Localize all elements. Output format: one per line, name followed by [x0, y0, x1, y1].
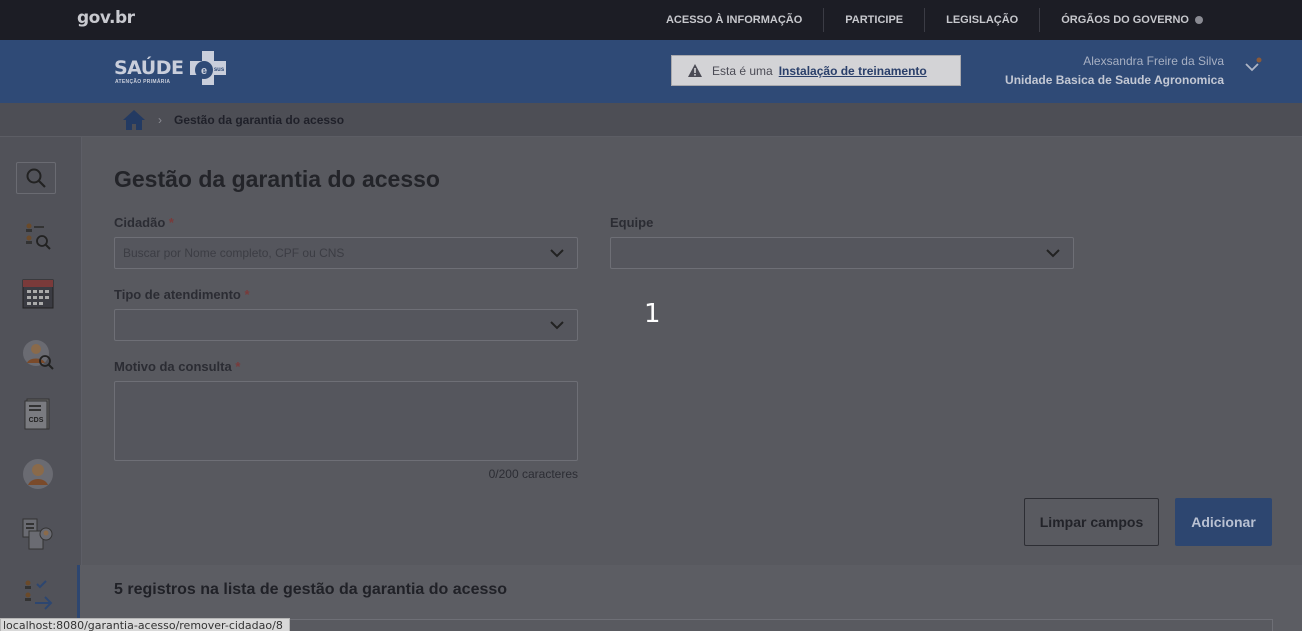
forms-person-icon — [22, 518, 53, 550]
home-icon[interactable] — [122, 108, 146, 132]
cidadao-label-text: Cidadão — [114, 215, 166, 230]
cidadao-label: Cidadão * — [114, 215, 174, 230]
calendar-icon — [22, 279, 54, 309]
app-header: SAÚDE ATENÇÃO PRIMÁRIA e sus Esta é uma … — [0, 40, 1302, 103]
sidebar-search-button[interactable] — [16, 162, 56, 194]
equipe-label-text: Equipe — [610, 215, 654, 230]
cidadao-select[interactable]: Buscar por Nome completo, CPF ou CNS — [114, 237, 578, 269]
required-mark: * — [235, 359, 241, 374]
training-text: Esta é uma — [712, 63, 773, 78]
svg-text:sus: sus — [214, 67, 225, 73]
breadcrumb-separator: › — [158, 112, 162, 127]
clear-fields-button[interactable]: Limpar campos — [1024, 498, 1159, 546]
user-menu-chevron-icon[interactable] — [1243, 56, 1263, 76]
gov-link-legislacao[interactable]: LEGISLAÇÃO — [924, 8, 1039, 32]
govbr-logo[interactable]: gov.br — [77, 8, 135, 28]
access-list-icon — [25, 580, 53, 610]
gov-link-participe[interactable]: PARTICIPE — [823, 8, 924, 32]
sidebar-item-relatorios[interactable] — [18, 514, 58, 554]
saude-esus-logo[interactable]: SAÚDE ATENÇÃO PRIMÁRIA e sus — [114, 51, 234, 91]
chevron-down-icon — [1195, 16, 1203, 25]
sidebar-item-lista-atendimento[interactable] — [18, 216, 58, 256]
tipo-atendimento-label-text: Tipo de atendimento — [114, 287, 241, 302]
chevron-down-icon[interactable] — [537, 310, 577, 340]
training-link[interactable]: Instalação de treinamento — [779, 64, 927, 78]
chevron-down-icon[interactable] — [537, 238, 577, 268]
breadcrumb: › Gestão da garantia do acesso — [0, 103, 1302, 137]
warning-icon — [688, 64, 702, 77]
motivo-consulta-label-text: Motivo da consulta — [114, 359, 232, 374]
list-title: 5 registros na lista de gestão da garant… — [114, 581, 508, 598]
sidebar: CDS — [0, 137, 82, 631]
list-search-icon — [26, 223, 51, 250]
motivo-consulta-label: Motivo da consulta * — [114, 359, 240, 374]
motivo-consulta-textarea[interactable] — [114, 381, 578, 461]
equipe-select[interactable] — [610, 237, 1074, 269]
equipe-label: Equipe — [610, 215, 653, 230]
person-search-icon — [23, 340, 54, 370]
chevron-down-icon[interactable] — [1033, 238, 1073, 268]
gov-bar: gov.br ACESSO À INFORMAÇÃO PARTICIPE LEG… — [0, 0, 1302, 40]
svg-text:e: e — [201, 65, 207, 77]
required-mark: * — [244, 287, 250, 302]
required-mark: * — [168, 215, 174, 230]
sidebar-item-cidadao[interactable] — [18, 454, 58, 494]
tipo-atendimento-select[interactable] — [114, 309, 578, 341]
citizen-icon — [23, 459, 53, 489]
browser-status-url: localhost:8080/garantia-acesso/remover-c… — [0, 618, 290, 631]
esus-cross-icon: e sus — [190, 51, 226, 85]
add-button[interactable]: Adicionar — [1175, 498, 1272, 546]
gov-nav: ACESSO À INFORMAÇÃO PARTICIPE LEGISLAÇÃO… — [645, 0, 1224, 40]
sidebar-item-garantia-acesso[interactable] — [18, 574, 58, 614]
sidebar-item-cds[interactable]: CDS — [18, 394, 58, 434]
training-banner: Esta é uma Instalação de treinamento — [671, 55, 961, 86]
svg-text:CDS: CDS — [29, 417, 44, 424]
page-title: Gestão da garantia do acesso — [114, 166, 440, 192]
search-icon — [26, 168, 46, 188]
sidebar-item-agenda[interactable] — [18, 273, 58, 313]
step-number-overlay: 1 — [644, 299, 661, 329]
brand-word: SAÚDE — [114, 57, 184, 79]
user-name: Alexsandra Freire da Silva — [1083, 54, 1224, 68]
tipo-atendimento-label: Tipo de atendimento * — [114, 287, 250, 302]
brand-subtitle: ATENÇÃO PRIMÁRIA — [115, 79, 171, 85]
main-content: Gestão da garantia do acesso Cidadão * B… — [82, 137, 1302, 631]
cidadao-placeholder: Buscar por Nome completo, CPF ou CNS — [123, 246, 345, 260]
breadcrumb-current: Gestão da garantia do acesso — [174, 112, 345, 127]
cds-form-icon: CDS — [24, 398, 50, 430]
character-counter: 0/200 caracteres — [488, 467, 578, 481]
gov-link-orgaos-label: ÓRGÃOS DO GOVERNO — [1061, 14, 1189, 26]
gov-link-orgaos-governo[interactable]: ÓRGÃOS DO GOVERNO — [1039, 8, 1224, 32]
sidebar-item-buscar-cidadao[interactable] — [18, 334, 58, 374]
user-unit: Unidade Basica de Saude Agronomica — [1005, 73, 1224, 87]
user-info[interactable]: Alexsandra Freire da Silva Unidade Basic… — [1005, 54, 1224, 87]
gov-link-acesso-informacao[interactable]: ACESSO À INFORMAÇÃO — [645, 8, 823, 32]
